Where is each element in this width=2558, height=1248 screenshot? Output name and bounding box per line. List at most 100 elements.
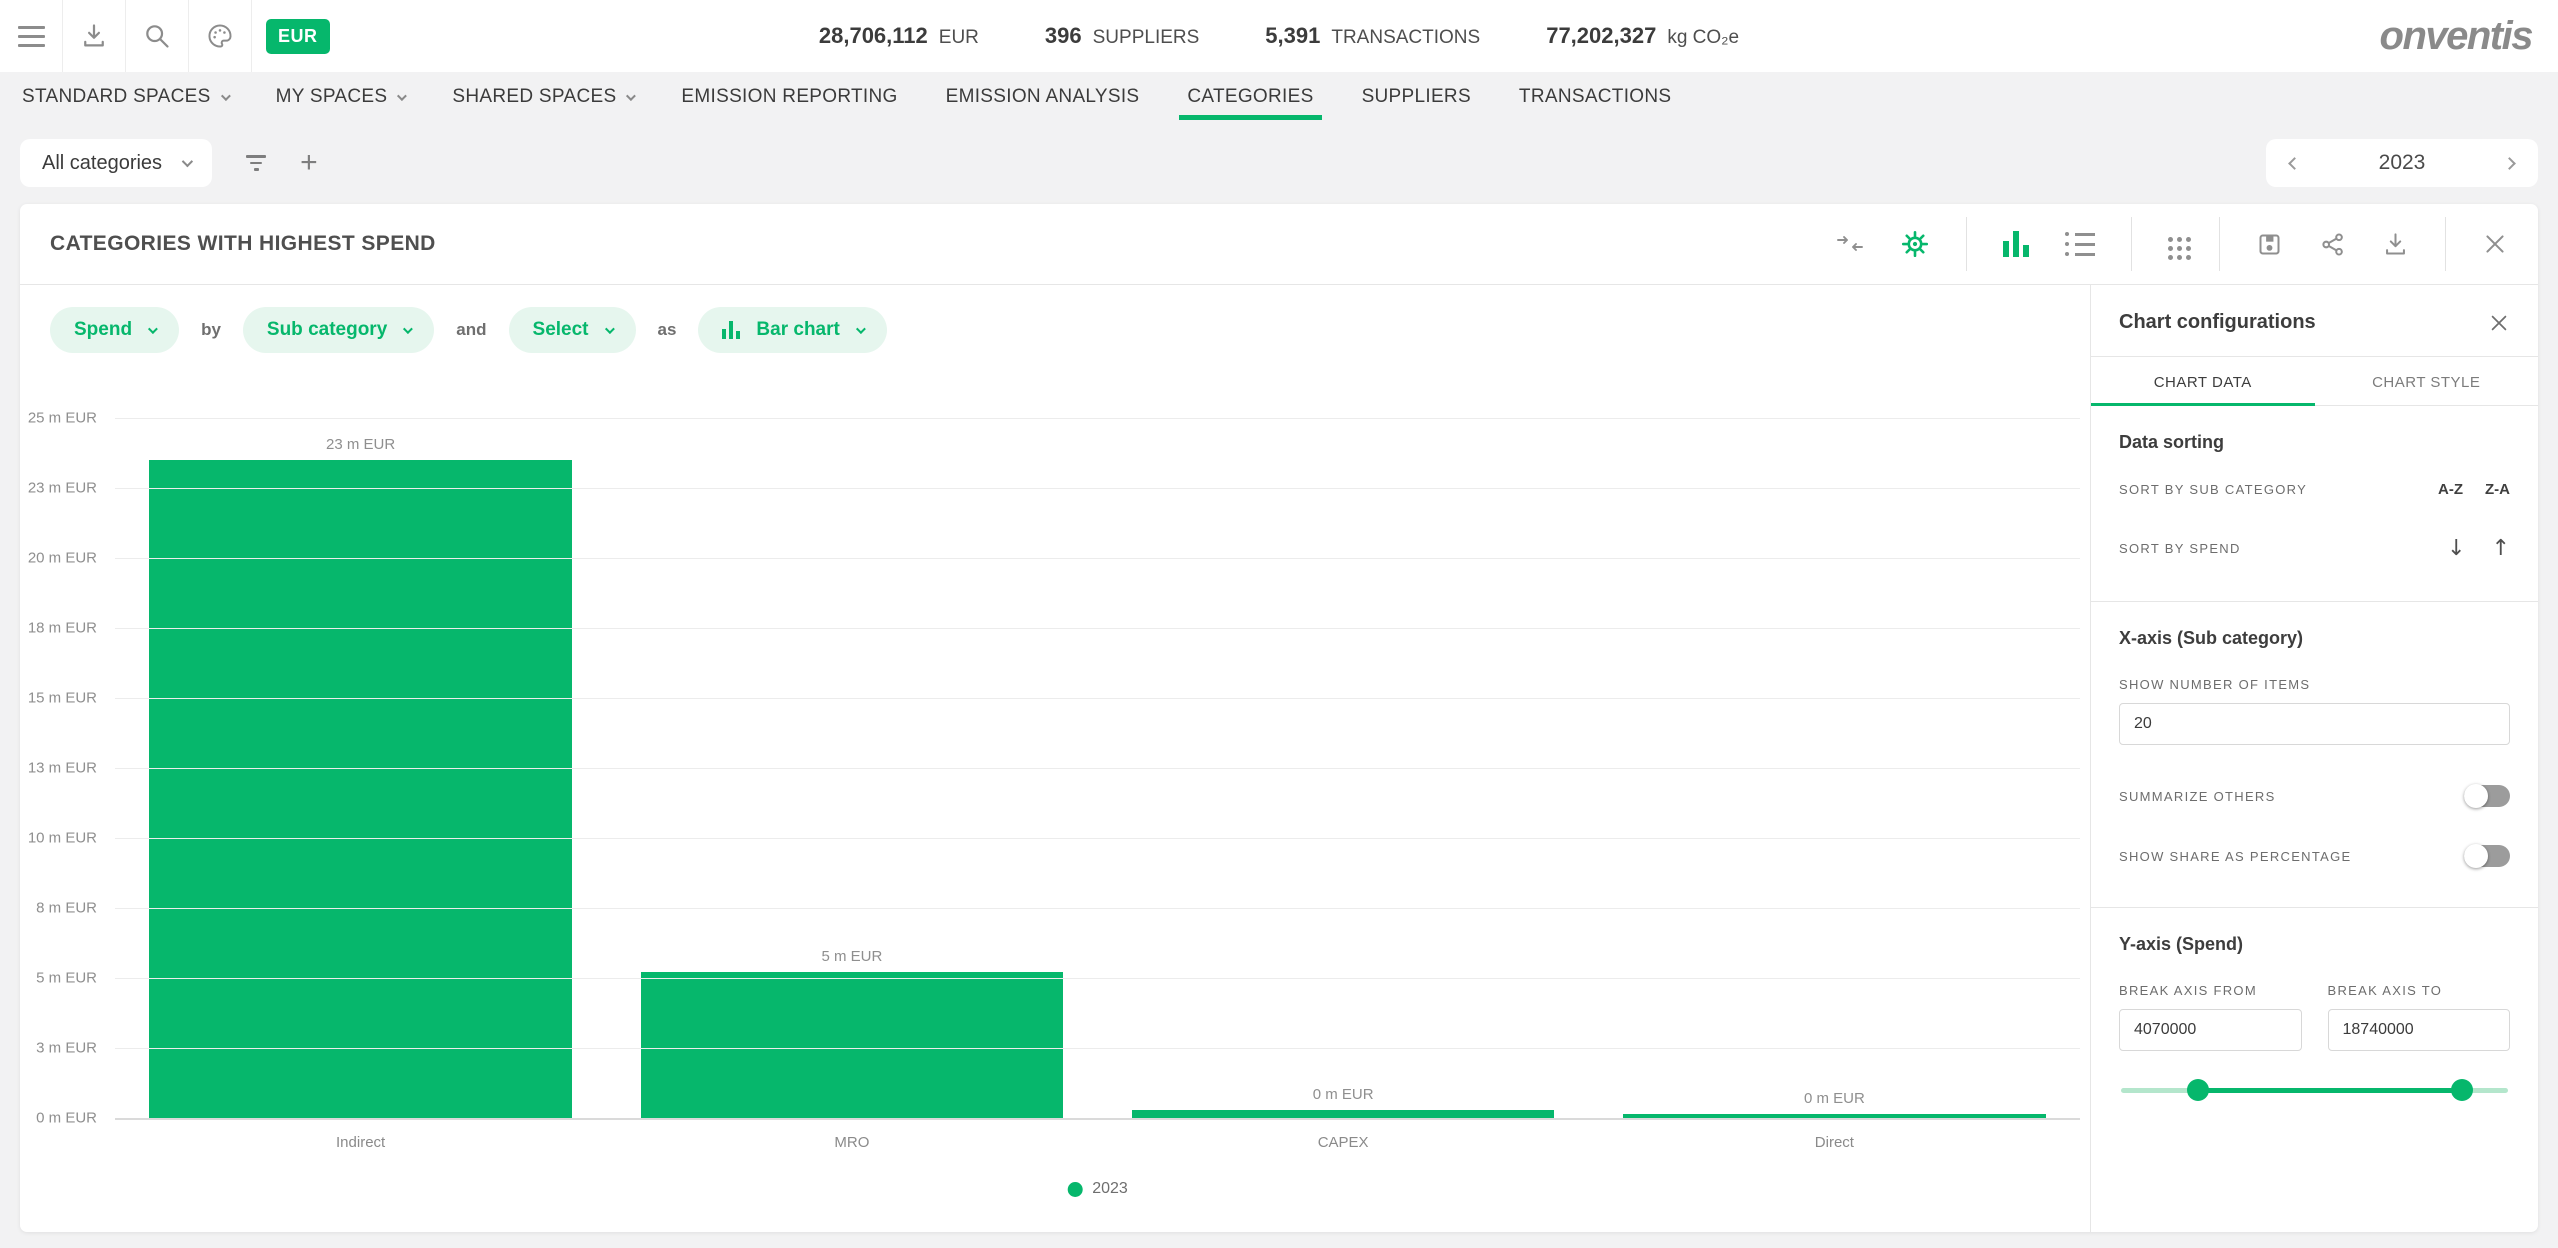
sort-descending-icon[interactable]: ↓ bbox=[2447, 536, 2465, 561]
gridline bbox=[115, 628, 2080, 629]
search-icon bbox=[143, 22, 171, 50]
nav-tab-categories[interactable]: CATEGORIES bbox=[1187, 72, 1313, 122]
gear-icon bbox=[1900, 229, 1930, 259]
tab-chart-data[interactable]: CHART DATA bbox=[2091, 357, 2315, 405]
nav-tab-transactions[interactable]: TRANSACTIONS bbox=[1519, 72, 1671, 122]
sort-za-button[interactable]: Z-A bbox=[2485, 481, 2510, 498]
chevron-down-icon bbox=[604, 324, 614, 334]
sort-az-button[interactable]: A-Z bbox=[2438, 481, 2463, 498]
nav-tab-suppliers[interactable]: SUPPLIERS bbox=[1362, 72, 1471, 122]
y-axis-tick-label: 15 m EUR bbox=[20, 690, 97, 707]
slider-handle-min[interactable] bbox=[2187, 1079, 2209, 1101]
list-view-button[interactable] bbox=[2065, 232, 2095, 256]
gridline bbox=[115, 558, 2080, 559]
chart-legend[interactable]: 2023 bbox=[1067, 1180, 1128, 1198]
break-axis-from-label: BREAK AXIS FROM bbox=[2119, 983, 2302, 998]
slider-handle-max[interactable] bbox=[2451, 1079, 2473, 1101]
divider bbox=[2219, 217, 2220, 271]
chart-type-label: Bar chart bbox=[756, 319, 839, 341]
nav-tab-emission-analysis[interactable]: EMISSION ANALYSIS bbox=[946, 72, 1140, 122]
y-axis-section: Y-axis (Spend) BREAK AXIS FROM BREAK AXI… bbox=[2091, 907, 2538, 1103]
bar[interactable] bbox=[1132, 1110, 1554, 1118]
theme-button[interactable] bbox=[189, 0, 251, 72]
y-axis-tick-label: 23 m EUR bbox=[20, 480, 97, 497]
plot-area: 23 m EUR5 m EUR0 m EUR0 m EUR 25 m EUR23… bbox=[115, 418, 2080, 1118]
dimension-selector[interactable]: Sub category bbox=[243, 307, 434, 353]
category-selector[interactable]: All categories bbox=[20, 139, 212, 187]
stat-label: TRANSACTIONS bbox=[1331, 27, 1480, 49]
x-axis-label: Direct bbox=[1589, 1134, 2080, 1151]
next-year-button[interactable] bbox=[2503, 157, 2516, 170]
stat-value: 77,202,327 bbox=[1546, 23, 1656, 49]
filter-button[interactable] bbox=[246, 155, 266, 171]
page: EUR 28,706,112EUR396SUPPLIERS5,391TRANSA… bbox=[0, 0, 2558, 1248]
divider bbox=[1966, 217, 1967, 271]
bar[interactable] bbox=[641, 972, 1063, 1118]
stat-item: 77,202,327 kg CO₂e bbox=[1546, 23, 1739, 49]
bar-chart-icon bbox=[722, 321, 740, 339]
y-axis-tick-label: 5 m EUR bbox=[20, 970, 97, 987]
config-header: Chart configurations bbox=[2091, 285, 2538, 357]
chevron-down-icon bbox=[626, 91, 636, 101]
chart-area: Spend by Sub category and Select as bbox=[20, 285, 2090, 1232]
chart-controls: Spend by Sub category and Select as bbox=[20, 285, 2090, 353]
share-icon bbox=[2319, 231, 2346, 258]
gridline bbox=[115, 488, 2080, 489]
divider bbox=[251, 0, 252, 72]
export-button[interactable] bbox=[2382, 231, 2409, 258]
previous-year-button[interactable] bbox=[2288, 157, 2301, 170]
legend-dot bbox=[1067, 1182, 1082, 1197]
tab-chart-style[interactable]: CHART STYLE bbox=[2315, 357, 2539, 405]
nav-tab-my-spaces[interactable]: MY SPACES bbox=[276, 72, 405, 122]
show-share-as-percentage-toggle[interactable] bbox=[2464, 845, 2510, 867]
nav-tab-standard-spaces[interactable]: STANDARD SPACES bbox=[22, 72, 228, 122]
sort-ascending-icon[interactable]: ↑ bbox=[2492, 536, 2510, 561]
chevron-down-icon bbox=[182, 156, 193, 167]
bar-chart-view-button[interactable] bbox=[2003, 231, 2029, 257]
show-number-of-items-label: SHOW NUMBER OF ITEMS bbox=[2119, 677, 2510, 692]
config-title: Chart configurations bbox=[2119, 311, 2316, 334]
y-axis-tick-label: 20 m EUR bbox=[20, 550, 97, 567]
stat-value: 396 bbox=[1045, 23, 1082, 49]
secondary-label: Select bbox=[533, 319, 589, 341]
close-widget-button[interactable] bbox=[2482, 231, 2508, 257]
nav-tab-label: SUPPLIERS bbox=[1362, 86, 1471, 108]
onventis-logo: onventis bbox=[2380, 14, 2532, 59]
chevron-down-icon bbox=[397, 91, 407, 101]
show-number-of-items-input[interactable] bbox=[2119, 703, 2510, 745]
download-button[interactable] bbox=[63, 0, 125, 72]
add-filter-button[interactable]: + bbox=[300, 148, 318, 178]
nav-tab-label: EMISSION ANALYSIS bbox=[946, 86, 1140, 108]
save-button[interactable] bbox=[2256, 231, 2283, 258]
stat-label: SUPPLIERS bbox=[1093, 27, 1200, 49]
break-axis-to-input[interactable] bbox=[2328, 1009, 2511, 1051]
search-button[interactable] bbox=[126, 0, 188, 72]
nav-tab-emission-reporting[interactable]: EMISSION REPORTING bbox=[681, 72, 897, 122]
grid-icon bbox=[2168, 237, 2173, 242]
main-nav: STANDARD SPACES MY SPACES SHARED SPACES EMI… bbox=[0, 72, 2558, 122]
break-axis-slider bbox=[2121, 1079, 2508, 1101]
currency-badge[interactable]: EUR bbox=[266, 19, 330, 54]
secondary-selector[interactable]: Select bbox=[509, 307, 636, 353]
bar-value-label: 5 m EUR bbox=[821, 948, 882, 965]
nav-tab-shared-spaces[interactable]: SHARED SPACES bbox=[452, 72, 633, 122]
y-axis-tick-label: 18 m EUR bbox=[20, 620, 97, 637]
chart-configurations-panel: Chart configurations CHART DATA CHART ST… bbox=[2090, 285, 2538, 1232]
settings-button[interactable] bbox=[1900, 229, 1930, 259]
menu-button[interactable] bbox=[0, 0, 62, 72]
section-title: Y-axis (Spend) bbox=[2119, 934, 2510, 955]
share-button[interactable] bbox=[2319, 231, 2346, 258]
widgets-button[interactable] bbox=[2168, 237, 2183, 252]
widget-title: CATEGORIES WITH HIGHEST SPEND bbox=[50, 232, 436, 256]
close-icon[interactable] bbox=[2488, 312, 2510, 334]
measure-selector[interactable]: Spend bbox=[50, 307, 179, 353]
bar-value-label: 23 m EUR bbox=[326, 436, 395, 453]
chart-type-selector[interactable]: Bar chart bbox=[698, 307, 886, 353]
break-axis-from-input[interactable] bbox=[2119, 1009, 2302, 1051]
collapse-button[interactable] bbox=[1836, 232, 1864, 256]
nav-tab-label: MY SPACES bbox=[276, 86, 388, 108]
connector-by: by bbox=[201, 320, 221, 340]
stat-label: kg CO₂e bbox=[1667, 27, 1739, 49]
download-icon bbox=[2382, 231, 2409, 258]
summarize-others-toggle[interactable] bbox=[2464, 785, 2510, 807]
